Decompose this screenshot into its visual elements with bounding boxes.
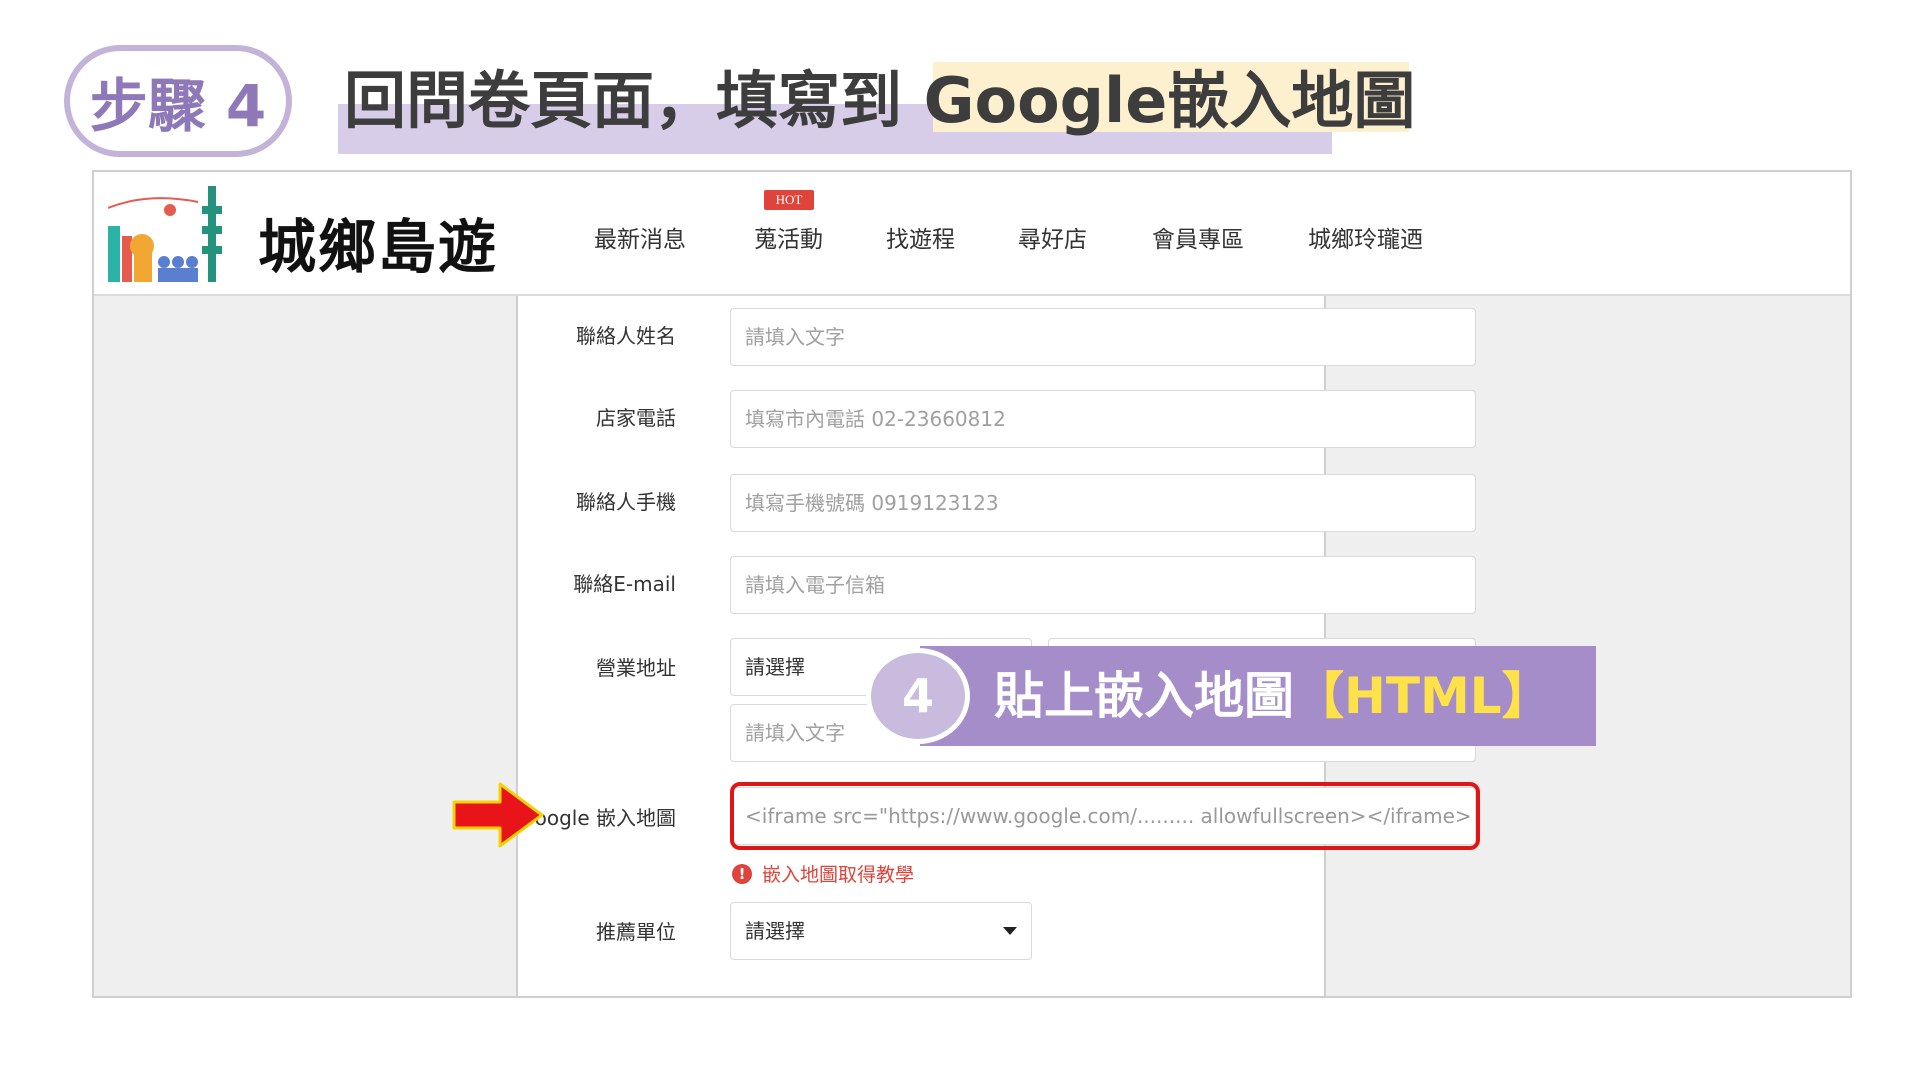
logo-text: 城鄉島遊	[258, 213, 499, 281]
alert-icon: !	[732, 863, 752, 884]
google-map-highlight-box	[730, 782, 1480, 850]
site-header: 城鄉島遊 HOT 最新消息 蒐活動 找遊程 尋好店 會員專區 城鄉玲瓏迺	[94, 172, 1850, 296]
nav-item-tours[interactable]: 找遊程	[886, 220, 955, 254]
step-title: 回問卷頁面，填寫到 Google嵌入地圖	[344, 62, 1415, 140]
site-logo[interactable]: 城鄉島遊	[108, 186, 528, 284]
red-arrow-icon	[452, 782, 544, 848]
contact-mobile-label: 聯絡人手機	[576, 490, 676, 514]
contact-name-input[interactable]: 請填入文字	[730, 308, 1476, 366]
shop-phone-input[interactable]: 填寫市內電話 02-23660812	[730, 390, 1476, 448]
recommend-unit-select-value: 請選擇	[745, 919, 805, 943]
contact-mobile-input[interactable]: 填寫手機號碼 0919123123	[730, 474, 1476, 532]
recommend-unit-select[interactable]: 請選擇	[730, 902, 1032, 960]
step-title-highlight: Google嵌入地圖	[923, 64, 1416, 137]
business-address-label: 營業地址	[596, 656, 676, 680]
contact-email-label: 聯絡E-mail	[573, 572, 676, 596]
shop-phone-label: 店家電話	[596, 406, 676, 430]
map-help-link-text: 嵌入地圖取得教學	[762, 864, 915, 886]
nav-item-showcase[interactable]: 城鄉玲瓏迺	[1308, 220, 1423, 254]
website-screenshot: 城鄉島遊 HOT 最新消息 蒐活動 找遊程 尋好店 會員專區 城鄉玲瓏迺 聯絡人…	[92, 170, 1852, 998]
callout-step-number: 4	[866, 648, 970, 744]
nav-item-member[interactable]: 會員專區	[1152, 220, 1244, 254]
step-badge: 步驟 4	[64, 45, 292, 157]
step-title-prefix: 回問卷頁面，填寫到	[344, 64, 924, 137]
chevron-down-icon	[1003, 927, 1017, 935]
contact-name-label: 聯絡人姓名	[576, 324, 676, 348]
callout-accent-text: 【HTML】	[1294, 667, 1552, 725]
address-city-select-value: 請選擇	[745, 655, 805, 679]
callout-text: 貼上嵌入地圖【HTML】	[994, 646, 1552, 746]
hot-badge: HOT	[764, 190, 814, 210]
logo-icon	[108, 186, 222, 282]
map-help-link[interactable]: ! 嵌入地圖取得教學	[732, 860, 914, 887]
recommend-unit-label: 推薦單位	[596, 920, 676, 944]
nav-item-shops[interactable]: 尋好店	[1018, 220, 1087, 254]
nav-item-events[interactable]: 蒐活動	[754, 220, 823, 254]
nav-item-news[interactable]: 最新消息	[594, 220, 686, 254]
contact-email-input[interactable]: 請填入電子信箱	[730, 556, 1476, 614]
callout-main-text: 貼上嵌入地圖	[994, 667, 1294, 725]
